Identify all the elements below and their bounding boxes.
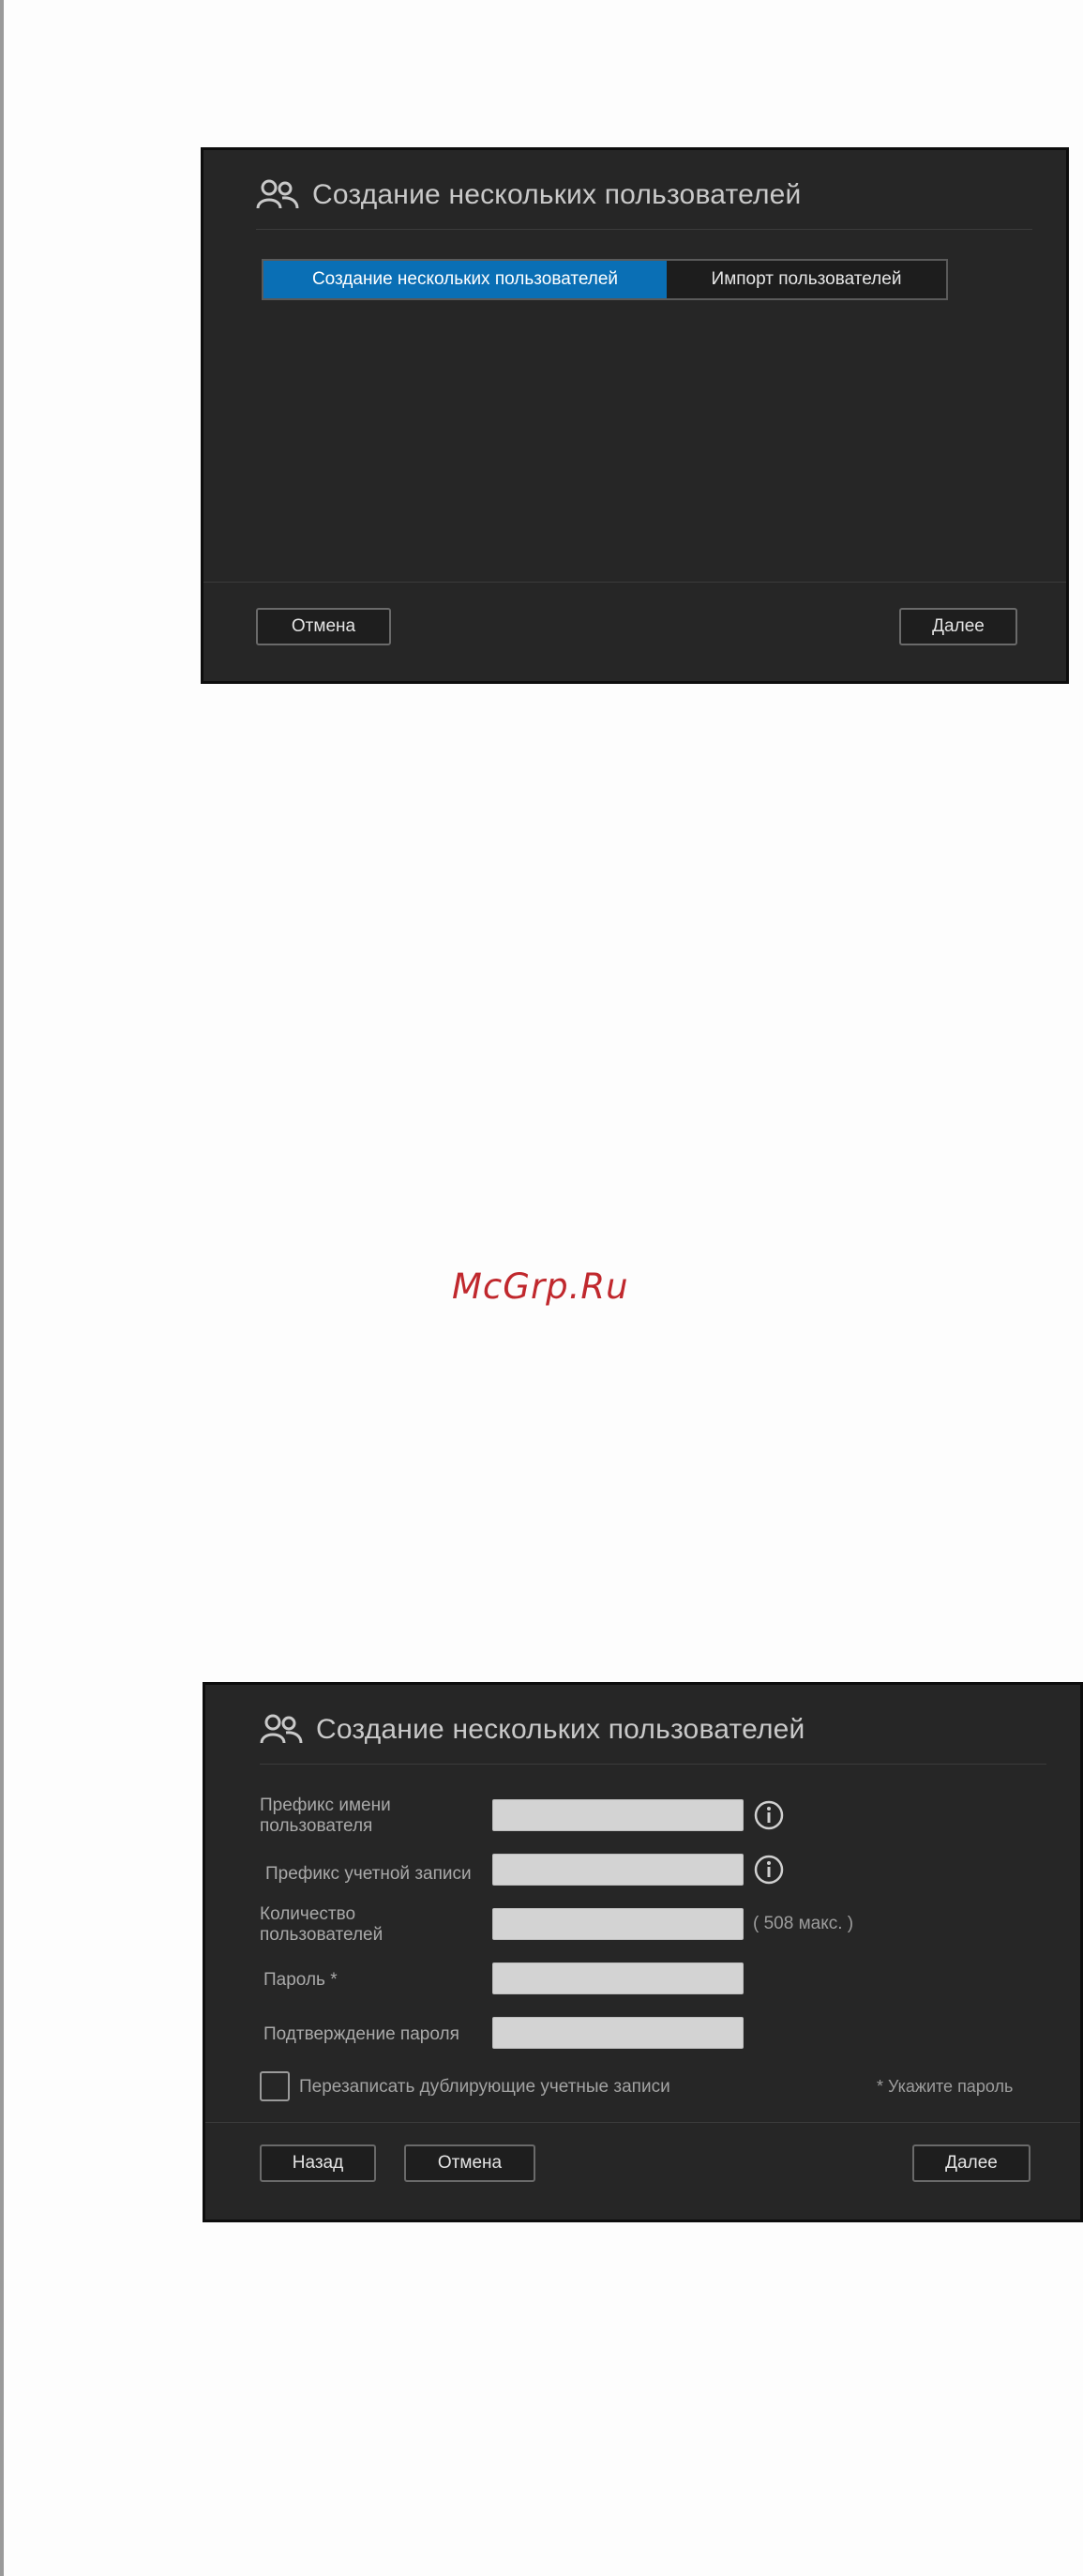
info-icon[interactable] bbox=[753, 1799, 785, 1831]
username-prefix-label: Префикс имени пользователя bbox=[260, 1796, 391, 1836]
account-prefix-input[interactable] bbox=[492, 1854, 744, 1886]
page-left-rule bbox=[0, 0, 4, 2576]
back-button[interactable]: Назад bbox=[260, 2144, 376, 2182]
cancel-button[interactable]: Отмена bbox=[404, 2144, 535, 2182]
dialog-title-text: Создание нескольких пользователей bbox=[312, 179, 802, 210]
dialog-title: Создание нескольких пользователей bbox=[256, 178, 802, 212]
confirm-password-label: Подтверждение пароля bbox=[263, 2024, 459, 2044]
username-prefix-input[interactable] bbox=[492, 1799, 744, 1831]
dialog-title: Создание нескольких пользователей bbox=[260, 1713, 805, 1747]
tab-import-users[interactable]: Импорт пользователей bbox=[667, 261, 946, 298]
users-icon bbox=[260, 1714, 303, 1744]
user-count-label: Количество пользователей bbox=[260, 1904, 384, 1945]
max-users-hint: ( 508 макс. ) bbox=[753, 1914, 854, 1933]
mode-tabs: Создание нескольких пользователей Импорт… bbox=[262, 259, 948, 300]
create-users-dialog-2: Создание нескольких пользователей Префик… bbox=[203, 1682, 1083, 2222]
account-prefix-label: Префикс учетной записи bbox=[265, 1864, 472, 1884]
title-divider bbox=[260, 1764, 1046, 1765]
title-divider bbox=[256, 229, 1032, 230]
password-label: Пароль * bbox=[263, 1970, 338, 1990]
footer-divider bbox=[205, 2122, 1080, 2123]
overwrite-checkbox[interactable] bbox=[260, 2071, 290, 2101]
create-users-dialog-1: Создание нескольких пользователей Создан… bbox=[201, 147, 1069, 684]
watermark-text: McGrp.Ru bbox=[452, 1266, 629, 1307]
tab-create-multiple-users[interactable]: Создание нескольких пользователей bbox=[263, 261, 667, 298]
password-input[interactable] bbox=[492, 1962, 744, 1994]
confirm-password-input[interactable] bbox=[492, 2017, 744, 2049]
dialog-title-text: Создание нескольких пользователей bbox=[316, 1714, 805, 1745]
info-icon[interactable] bbox=[753, 1854, 785, 1886]
overwrite-label: Перезаписать дублирующие учетные записи bbox=[299, 2077, 670, 2097]
next-button[interactable]: Далее bbox=[899, 608, 1017, 645]
user-count-input[interactable] bbox=[492, 1908, 744, 1940]
next-button[interactable]: Далее bbox=[912, 2144, 1030, 2182]
cancel-button[interactable]: Отмена bbox=[256, 608, 391, 645]
users-icon bbox=[256, 179, 299, 209]
footer-divider bbox=[203, 582, 1066, 583]
required-password-note: * Укажите пароль bbox=[877, 2077, 1014, 2096]
